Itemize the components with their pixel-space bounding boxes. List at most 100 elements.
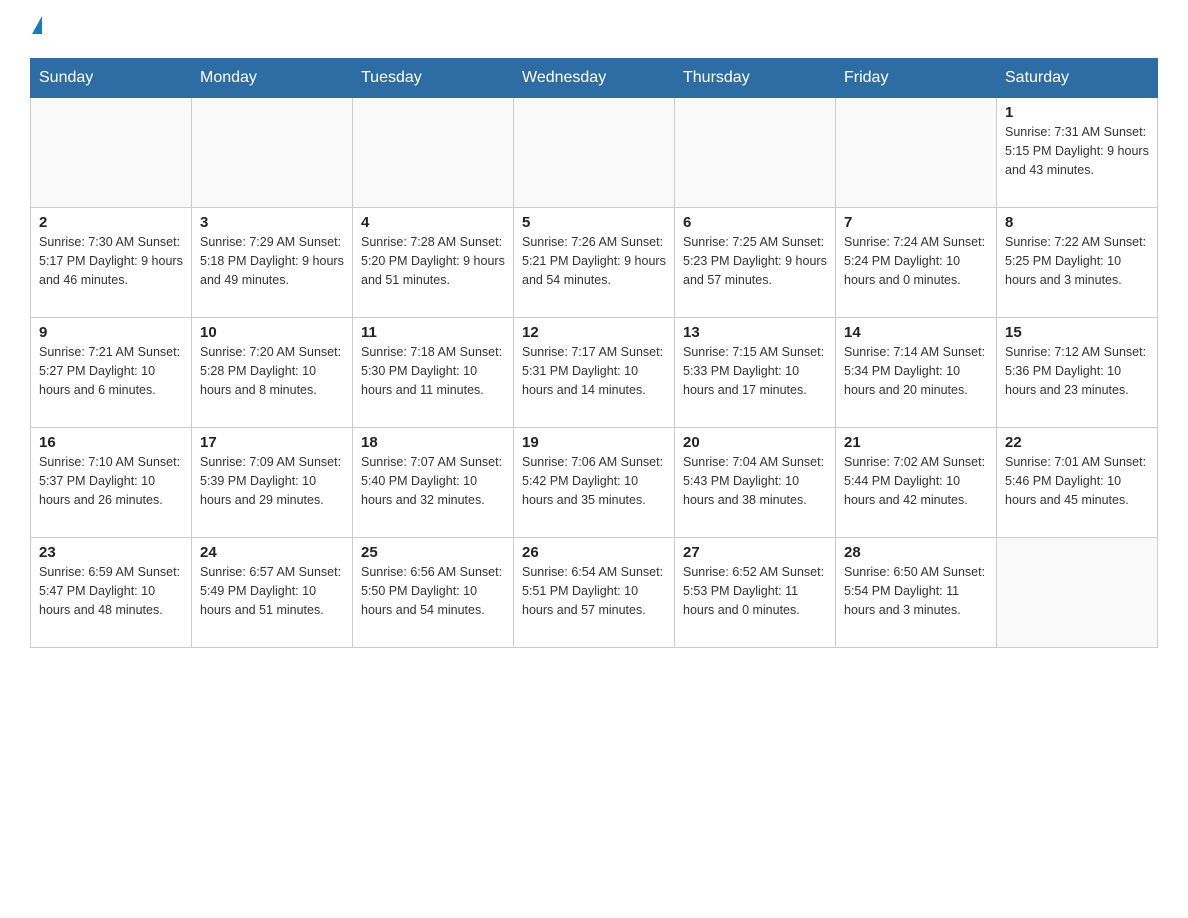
day-number: 12	[522, 324, 666, 341]
calendar-cell	[997, 538, 1158, 648]
day-number: 15	[1005, 324, 1149, 341]
day-number: 1	[1005, 104, 1149, 121]
day-number: 4	[361, 214, 505, 231]
calendar-cell: 14Sunrise: 7:14 AM Sunset: 5:34 PM Dayli…	[836, 318, 997, 428]
week-row: 1 Sunrise: 7:31 AM Sunset: 5:15 PM Daylig…	[31, 98, 1158, 208]
calendar-cell: 28 Sunrise: 6:50 AM Sunset: 5:54 PM Dayli…	[836, 538, 997, 648]
calendar-cell: 16 Sunrise: 7:10 AM Sunset: 5:37 PM Dayli…	[31, 428, 192, 538]
calendar-cell: 24 Sunrise: 6:57 AM Sunset: 5:49 PM Dayli…	[192, 538, 353, 648]
calendar-cell: 5 Sunrise: 7:26 AM Sunset: 5:21 PM Daylig…	[514, 208, 675, 318]
day-info: Sunrise: 7:06 AM Sunset: 5:42 PM Dayligh…	[522, 453, 666, 509]
day-info: Sunrise: 7:31 AM Sunset: 5:15 PM Dayligh…	[1005, 123, 1149, 179]
day-number: 25	[361, 544, 505, 561]
day-info: Sunrise: 7:09 AM Sunset: 5:39 PM Dayligh…	[200, 453, 344, 509]
calendar-cell: 6 Sunrise: 7:25 AM Sunset: 5:23 PM Daylig…	[675, 208, 836, 318]
day-info: Sunrise: 6:52 AM Sunset: 5:53 PM Dayligh…	[683, 563, 827, 619]
day-info: Sunrise: 6:59 AM Sunset: 5:47 PM Dayligh…	[39, 563, 183, 619]
day-info: Sunrise: 6:57 AM Sunset: 5:49 PM Dayligh…	[200, 563, 344, 619]
day-of-week-header: Wednesday	[514, 59, 675, 98]
day-number: 17	[200, 434, 344, 451]
day-number: 6	[683, 214, 827, 231]
day-info: Sunrise: 7:01 AM Sunset: 5:46 PM Dayligh…	[1005, 453, 1149, 509]
day-number: 22	[1005, 434, 1149, 451]
day-info: Sunrise: 7:21 AM Sunset: 5:27 PM Dayligh…	[39, 343, 183, 399]
week-row: 23 Sunrise: 6:59 AM Sunset: 5:47 PM Dayli…	[31, 538, 1158, 648]
day-info: Sunrise: 7:30 AM Sunset: 5:17 PM Dayligh…	[39, 233, 183, 289]
day-number: 21	[844, 434, 988, 451]
calendar-cell	[675, 98, 836, 208]
calendar-cell: 23 Sunrise: 6:59 AM Sunset: 5:47 PM Dayli…	[31, 538, 192, 648]
day-number: 11	[361, 324, 505, 341]
day-number: 24	[200, 544, 344, 561]
day-number: 3	[200, 214, 344, 231]
day-info: Sunrise: 7:25 AM Sunset: 5:23 PM Dayligh…	[683, 233, 827, 289]
calendar-cell: 9Sunrise: 7:21 AM Sunset: 5:27 PM Daylig…	[31, 318, 192, 428]
calendar-cell	[836, 98, 997, 208]
calendar-cell: 17 Sunrise: 7:09 AM Sunset: 5:39 PM Dayli…	[192, 428, 353, 538]
day-of-week-header: Thursday	[675, 59, 836, 98]
day-info: Sunrise: 7:10 AM Sunset: 5:37 PM Dayligh…	[39, 453, 183, 509]
day-number: 8	[1005, 214, 1149, 231]
day-info: Sunrise: 6:54 AM Sunset: 5:51 PM Dayligh…	[522, 563, 666, 619]
calendar-cell: 8 Sunrise: 7:22 AM Sunset: 5:25 PM Daylig…	[997, 208, 1158, 318]
calendar-cell: 27 Sunrise: 6:52 AM Sunset: 5:53 PM Dayli…	[675, 538, 836, 648]
calendar-cell: 13 Sunrise: 7:15 AM Sunset: 5:33 PM Dayli…	[675, 318, 836, 428]
calendar-cell: 20 Sunrise: 7:04 AM Sunset: 5:43 PM Dayli…	[675, 428, 836, 538]
calendar-cell	[31, 98, 192, 208]
day-number: 2	[39, 214, 183, 231]
day-info: Sunrise: 6:50 AM Sunset: 5:54 PM Dayligh…	[844, 563, 988, 619]
calendar-cell: 12 Sunrise: 7:17 AM Sunset: 5:31 PM Dayli…	[514, 318, 675, 428]
calendar-cell: 15 Sunrise: 7:12 AM Sunset: 5:36 PM Dayli…	[997, 318, 1158, 428]
logo-triangle-icon	[32, 16, 42, 34]
day-number: 10	[200, 324, 344, 341]
day-info: Sunrise: 7:17 AM Sunset: 5:31 PM Dayligh…	[522, 343, 666, 399]
calendar-cell: 2 Sunrise: 7:30 AM Sunset: 5:17 PM Daylig…	[31, 208, 192, 318]
day-of-week-header: Sunday	[31, 59, 192, 98]
day-info: Sunrise: 7:15 AM Sunset: 5:33 PM Dayligh…	[683, 343, 827, 399]
day-info: Sunrise: 7:20 AM Sunset: 5:28 PM Dayligh…	[200, 343, 344, 399]
day-info: Sunrise: 7:04 AM Sunset: 5:43 PM Dayligh…	[683, 453, 827, 509]
day-info: Sunrise: 7:24 AM Sunset: 5:24 PM Dayligh…	[844, 233, 988, 289]
calendar-cell: 4Sunrise: 7:28 AM Sunset: 5:20 PM Daylig…	[353, 208, 514, 318]
day-number: 13	[683, 324, 827, 341]
day-of-week-header: Monday	[192, 59, 353, 98]
calendar-cell: 3 Sunrise: 7:29 AM Sunset: 5:18 PM Daylig…	[192, 208, 353, 318]
calendar-header-row: SundayMondayTuesdayWednesdayThursdayFrid…	[31, 59, 1158, 98]
calendar-cell: 22 Sunrise: 7:01 AM Sunset: 5:46 PM Dayli…	[997, 428, 1158, 538]
day-info: Sunrise: 7:02 AM Sunset: 5:44 PM Dayligh…	[844, 453, 988, 509]
day-info: Sunrise: 7:29 AM Sunset: 5:18 PM Dayligh…	[200, 233, 344, 289]
day-number: 20	[683, 434, 827, 451]
calendar-cell: 18 Sunrise: 7:07 AM Sunset: 5:40 PM Dayli…	[353, 428, 514, 538]
calendar-cell: 21 Sunrise: 7:02 AM Sunset: 5:44 PM Dayli…	[836, 428, 997, 538]
day-info: Sunrise: 7:07 AM Sunset: 5:40 PM Dayligh…	[361, 453, 505, 509]
day-of-week-header: Tuesday	[353, 59, 514, 98]
page-header	[30, 20, 1158, 38]
day-number: 28	[844, 544, 988, 561]
day-number: 7	[844, 214, 988, 231]
calendar-cell	[192, 98, 353, 208]
calendar-cell: 7 Sunrise: 7:24 AM Sunset: 5:24 PM Daylig…	[836, 208, 997, 318]
week-row: 2 Sunrise: 7:30 AM Sunset: 5:17 PM Daylig…	[31, 208, 1158, 318]
calendar-cell: 26 Sunrise: 6:54 AM Sunset: 5:51 PM Dayli…	[514, 538, 675, 648]
day-info: Sunrise: 7:18 AM Sunset: 5:30 PM Dayligh…	[361, 343, 505, 399]
week-row: 9Sunrise: 7:21 AM Sunset: 5:27 PM Daylig…	[31, 318, 1158, 428]
day-number: 5	[522, 214, 666, 231]
day-info: Sunrise: 7:26 AM Sunset: 5:21 PM Dayligh…	[522, 233, 666, 289]
day-info: Sunrise: 7:12 AM Sunset: 5:36 PM Dayligh…	[1005, 343, 1149, 399]
calendar-cell: 11 Sunrise: 7:18 AM Sunset: 5:30 PM Dayli…	[353, 318, 514, 428]
day-number: 18	[361, 434, 505, 451]
calendar-cell: 10 Sunrise: 7:20 AM Sunset: 5:28 PM Dayli…	[192, 318, 353, 428]
day-number: 27	[683, 544, 827, 561]
week-row: 16 Sunrise: 7:10 AM Sunset: 5:37 PM Dayli…	[31, 428, 1158, 538]
day-number: 23	[39, 544, 183, 561]
calendar-cell	[514, 98, 675, 208]
calendar-cell	[353, 98, 514, 208]
logo	[30, 20, 42, 38]
day-number: 16	[39, 434, 183, 451]
calendar-cell: 19Sunrise: 7:06 AM Sunset: 5:42 PM Dayli…	[514, 428, 675, 538]
day-info: Sunrise: 7:14 AM Sunset: 5:34 PM Dayligh…	[844, 343, 988, 399]
day-of-week-header: Saturday	[997, 59, 1158, 98]
calendar-cell: 1 Sunrise: 7:31 AM Sunset: 5:15 PM Daylig…	[997, 98, 1158, 208]
day-info: Sunrise: 7:22 AM Sunset: 5:25 PM Dayligh…	[1005, 233, 1149, 289]
day-number: 26	[522, 544, 666, 561]
